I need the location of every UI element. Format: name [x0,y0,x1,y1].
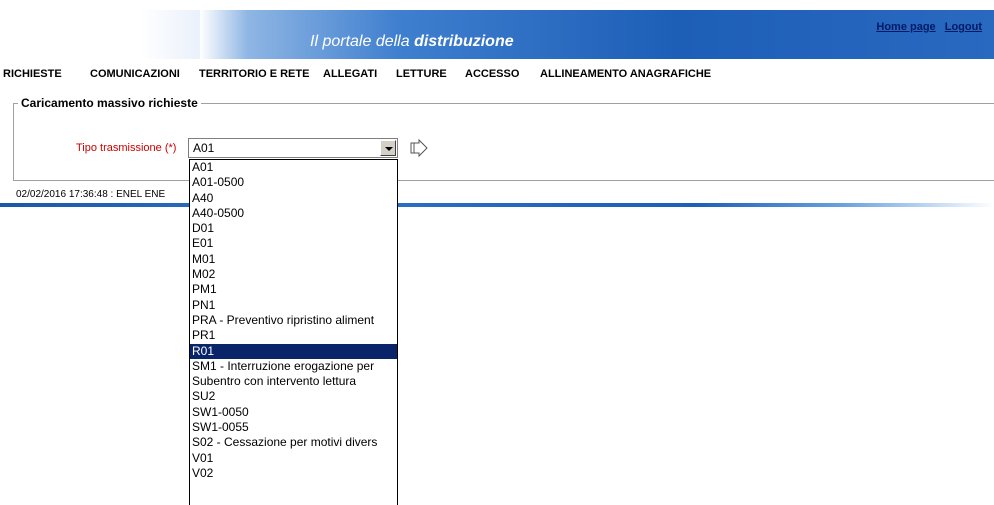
dropdown-option[interactable]: A01-0500 [190,175,397,190]
fieldset-legend: Caricamento massivo richieste [18,96,201,110]
dropdown-option[interactable]: SW1-0050 [190,405,397,420]
dropdown-option[interactable]: E01 [190,236,397,251]
status-text: 02/02/2016 17:36:48 : ENEL ENE [16,189,166,200]
tipo-trasmissione-dropdown-list[interactable]: A01 A01-0500 A40 A40-0500 D01 E01 M01 M02 PM1 PN1… [189,159,398,505]
menu-accesso[interactable]: ACCESSO [465,68,519,80]
dropdown-option[interactable]: S02 - Cessazione per motivi divers [190,435,397,450]
menu-allegati[interactable]: ALLEGATI [323,68,377,80]
dropdown-option[interactable]: M02 [190,267,397,282]
dropdown-option[interactable]: M01 [190,252,397,267]
banner-left [0,10,200,59]
tipo-trasmissione-select[interactable]: A01 [188,138,398,158]
menu-letture[interactable]: LETTURE [396,68,447,80]
forward-arrow-icon[interactable] [408,138,430,158]
tipo-trasmissione-label: Tipo trasmissione (*) [76,142,177,154]
dropdown-option[interactable]: PN1 [190,298,397,313]
home-page-link[interactable]: Home page [876,21,935,33]
dropdown-option[interactable]: PR1 [190,328,397,343]
menu-richieste[interactable]: RICHIESTE [3,68,62,80]
menu-comunicazioni[interactable]: COMUNICAZIONI [90,68,180,80]
top-links: Home page Logout [870,21,982,33]
dropdown-option[interactable]: V02 [190,466,397,481]
menu-territorio-e-rete[interactable]: TERRITORIO E RETE [199,68,309,80]
dropdown-option[interactable]: SM1 - Interruzione erogazione per [190,359,397,374]
logout-link[interactable]: Logout [945,21,982,33]
select-value: A01 [193,141,215,155]
status-bar-line [0,203,994,207]
dropdown-option[interactable]: V01 [190,451,397,466]
dropdown-option[interactable]: D01 [190,221,397,236]
portal-title: Il portale della distribuzione [310,33,514,50]
dropdown-option[interactable]: PM1 [190,282,397,297]
dropdown-option[interactable]: R01 [190,343,397,359]
dropdown-option[interactable]: SU2 [190,389,397,404]
dropdown-option[interactable]: Subentro con intervento lettura [190,374,397,389]
dropdown-option[interactable]: A40 [190,191,397,206]
dropdown-option[interactable]: A01 [190,160,397,175]
header-banner: Il portale della distribuzione Home page… [0,10,994,59]
chevron-down-icon[interactable] [380,140,396,156]
menu-allineamento-anagrafiche[interactable]: ALLINEAMENTO ANAGRAFICHE [540,68,711,80]
dropdown-option[interactable]: SW1-0055 [190,420,397,435]
dropdown-option[interactable]: A40-0500 [190,206,397,221]
dropdown-option[interactable]: PRA - Preventivo ripristino aliment [190,313,397,328]
main-menu: RICHIESTE COMUNICAZIONI TERRITORIO E RET… [0,66,994,86]
